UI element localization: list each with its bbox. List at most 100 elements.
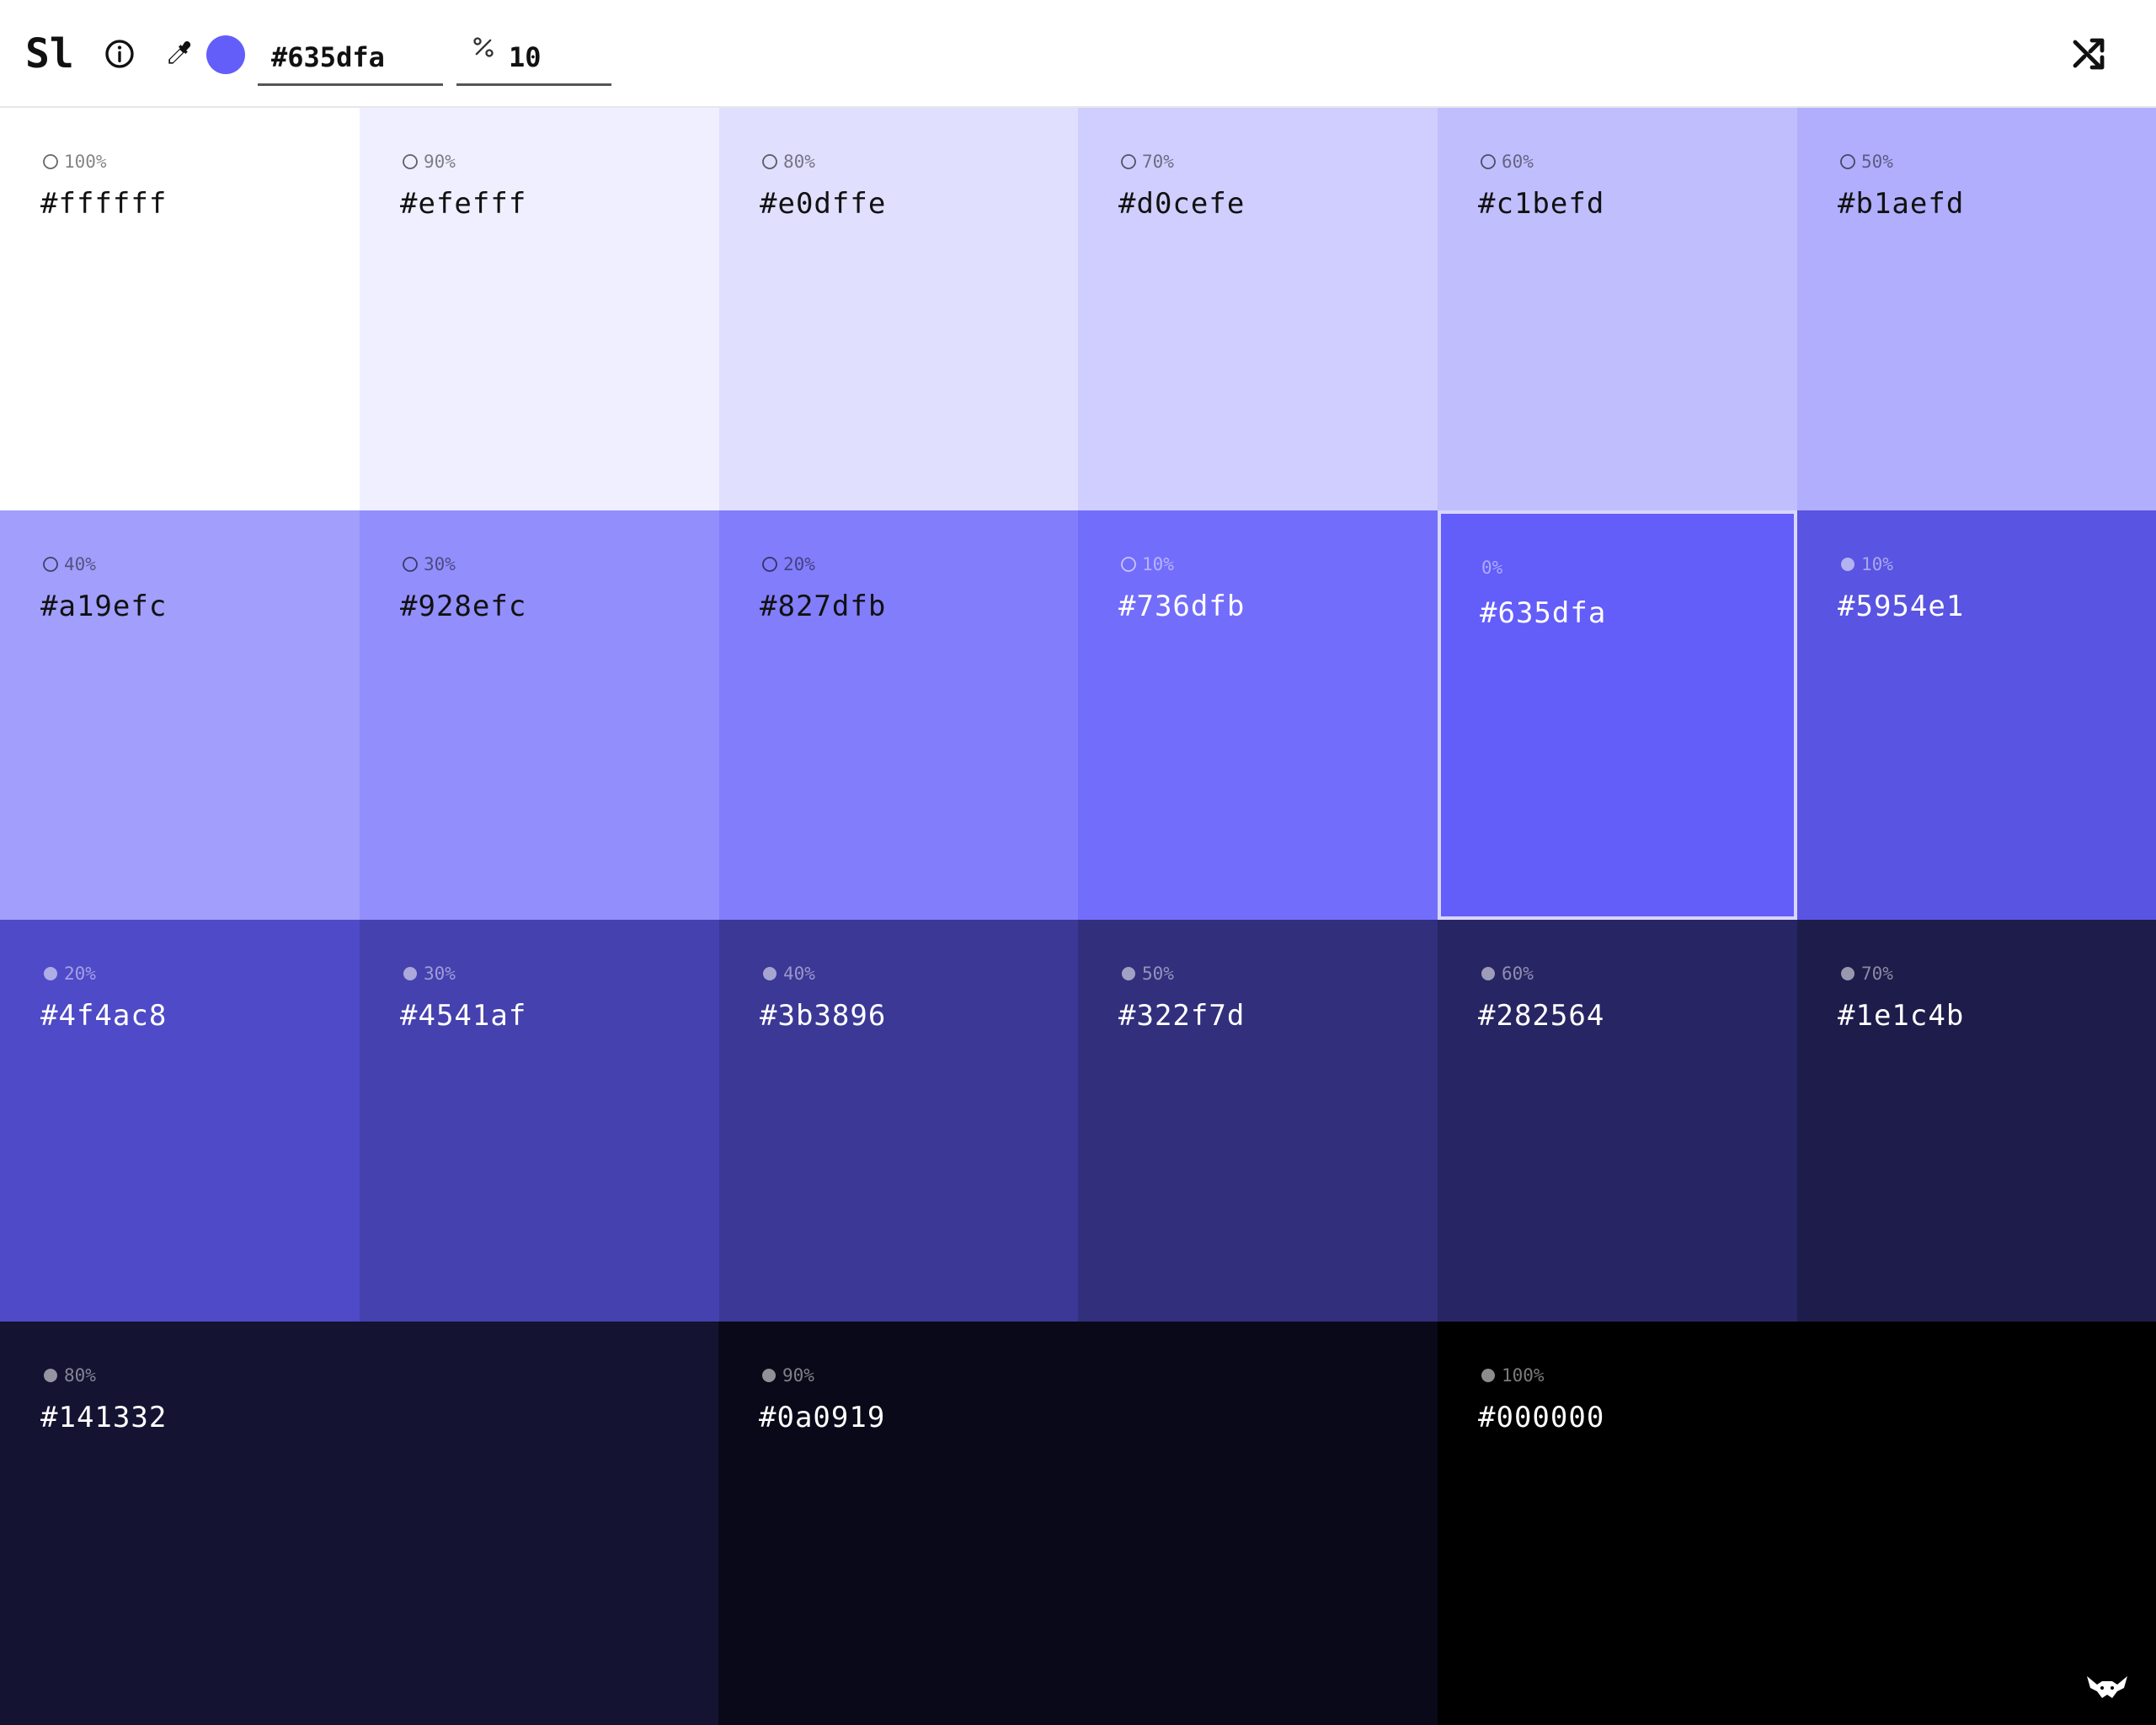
app-logo[interactable]: Sl	[25, 29, 74, 79]
hex-input[interactable]	[271, 39, 436, 76]
swatch-cell[interactable]: 90% #0a0919	[718, 1322, 1438, 1725]
swatch-meta: 20%	[42, 964, 96, 984]
swatch-hex[interactable]: #635dfa	[1480, 595, 1606, 632]
swatch-cell[interactable]: 10% #5954e1	[1797, 510, 2156, 920]
swatch-cell[interactable]: 30% #928efc	[360, 510, 719, 920]
tint-circle-icon	[762, 154, 777, 169]
swatch-cell[interactable]: 60% #c1befd	[1438, 108, 1797, 510]
swatch-hex[interactable]: #d0cefe	[1118, 185, 1245, 222]
swatch-cell[interactable]: 70% #1e1c4b	[1797, 920, 2156, 1322]
swatch-cell[interactable]: 80% #e0dffe	[719, 108, 1078, 510]
shade-dot-icon	[762, 1369, 776, 1382]
swatch-hex[interactable]: #322f7d	[1118, 997, 1245, 1034]
swatch-cell[interactable]: 100% #ffffff	[0, 108, 360, 510]
swatch-meta: 70%	[1839, 964, 1893, 984]
shade-dot-icon	[1841, 558, 1854, 571]
shade-dot-icon	[763, 967, 776, 980]
swatch-hex[interactable]: #282564	[1478, 997, 1604, 1034]
swatch-meta: 80%	[761, 152, 815, 172]
swatch-percent: 80%	[64, 1365, 96, 1386]
swatch-percent: 30%	[424, 964, 456, 984]
swatch-meta: 10%	[1839, 554, 1893, 574]
tint-circle-icon	[43, 154, 58, 169]
swatch-cell[interactable]: 40% #3b3896	[719, 920, 1078, 1322]
swatch-meta: 30%	[402, 964, 456, 984]
hex-field	[258, 25, 443, 86]
swatch-hex[interactable]: #1e1c4b	[1838, 997, 1964, 1034]
swatch-cell[interactable]: 20% #827dfb	[719, 510, 1078, 920]
base-color-swatch[interactable]	[206, 35, 245, 74]
swatch-percent: 40%	[64, 554, 96, 574]
tint-circle-icon	[403, 557, 418, 572]
swatch-meta: 100%	[42, 152, 107, 172]
swatch-cell[interactable]: 30% #4541af	[360, 920, 719, 1322]
shade-dot-icon	[1481, 967, 1495, 980]
swatch-meta: 70%	[1120, 152, 1174, 172]
swatch-hex[interactable]: #928efc	[400, 588, 526, 625]
swatch-percent: 10%	[1861, 554, 1893, 574]
palette-grid: 100% #ffffff 90% #efefff 80% #e0dffe 70% #d0cef…	[0, 108, 2156, 1725]
shade-dot-icon	[1481, 1369, 1495, 1382]
eyedropper-icon[interactable]	[162, 37, 195, 71]
shade-dot-icon	[1122, 967, 1135, 980]
step-input[interactable]	[509, 39, 601, 76]
swatch-percent: 40%	[783, 964, 815, 984]
swatch-hex[interactable]: #ffffff	[40, 185, 167, 222]
swatch-percent: 50%	[1142, 964, 1174, 984]
swatch-percent: 20%	[783, 554, 815, 574]
swatch-hex[interactable]: #3b3896	[760, 997, 886, 1034]
swatch-meta: 40%	[42, 554, 96, 574]
swatch-cell[interactable]: 100% #000000	[1438, 1322, 2156, 1725]
tint-circle-icon	[43, 557, 58, 572]
tint-circle-icon	[403, 154, 418, 169]
swatch-cell[interactable]: 10% #736dfb	[1078, 510, 1438, 920]
swatch-hex[interactable]: #e0dffe	[760, 185, 886, 222]
swatch-cell[interactable]: 60% #282564	[1438, 920, 1797, 1322]
swatch-meta: 50%	[1120, 964, 1174, 984]
percent-icon	[473, 37, 494, 57]
swatch-cell[interactable]: 50% #b1aefd	[1797, 108, 2156, 510]
swatch-percent: 100%	[1502, 1365, 1545, 1386]
swatch-cell[interactable]: 80% #141332	[0, 1322, 718, 1725]
swatch-percent: 10%	[1142, 554, 1174, 574]
toolbar: Sl	[0, 0, 2156, 108]
swatch-hex[interactable]: #efefff	[400, 185, 526, 222]
swatch-cell-base[interactable]: 0% #635dfa	[1438, 510, 1797, 920]
swatch-meta: 10%	[1120, 554, 1174, 574]
swatch-hex[interactable]: #c1befd	[1478, 185, 1604, 222]
swatch-cell[interactable]: 50% #322f7d	[1078, 920, 1438, 1322]
shade-dot-icon	[1841, 967, 1854, 980]
swatch-hex[interactable]: #b1aefd	[1838, 185, 1964, 222]
swatch-cell[interactable]: 40% #a19efc	[0, 510, 360, 920]
swatch-meta: 50%	[1839, 152, 1893, 172]
tint-circle-icon	[1840, 154, 1855, 169]
swatch-hex[interactable]: #4541af	[400, 997, 526, 1034]
swatch-cell[interactable]: 90% #efefff	[360, 108, 719, 510]
tint-circle-icon	[1121, 154, 1136, 169]
swatch-hex[interactable]: #141332	[40, 1399, 167, 1436]
swatch-hex[interactable]: #000000	[1478, 1399, 1604, 1436]
swatch-percent: 70%	[1142, 152, 1174, 172]
swatch-hex[interactable]: #a19efc	[40, 588, 167, 625]
shade-dot-icon	[403, 967, 417, 980]
swatch-hex[interactable]: #4f4ac8	[40, 997, 167, 1034]
swatch-hex[interactable]: #5954e1	[1838, 588, 1964, 625]
swatch-meta: 90%	[760, 1365, 814, 1386]
swatch-percent: 30%	[424, 554, 456, 574]
swatch-hex[interactable]: #0a0919	[759, 1399, 885, 1436]
fox-logo-icon[interactable]	[2085, 1673, 2129, 1703]
info-icon[interactable]	[103, 37, 136, 71]
tint-circle-icon	[1121, 557, 1136, 572]
swatch-meta: 0%	[1481, 558, 1502, 578]
swatch-meta: 30%	[402, 554, 456, 574]
swatch-hex[interactable]: #736dfb	[1118, 588, 1245, 625]
shuffle-icon[interactable]	[2068, 34, 2109, 74]
tint-circle-icon	[1481, 154, 1496, 169]
swatch-cell[interactable]: 20% #4f4ac8	[0, 920, 360, 1322]
swatch-hex[interactable]: #827dfb	[760, 588, 886, 625]
step-field	[456, 25, 611, 86]
swatch-percent: 60%	[1502, 964, 1534, 984]
swatch-meta: 20%	[761, 554, 815, 574]
swatch-percent: 0%	[1481, 558, 1503, 578]
swatch-cell[interactable]: 70% #d0cefe	[1078, 108, 1438, 510]
